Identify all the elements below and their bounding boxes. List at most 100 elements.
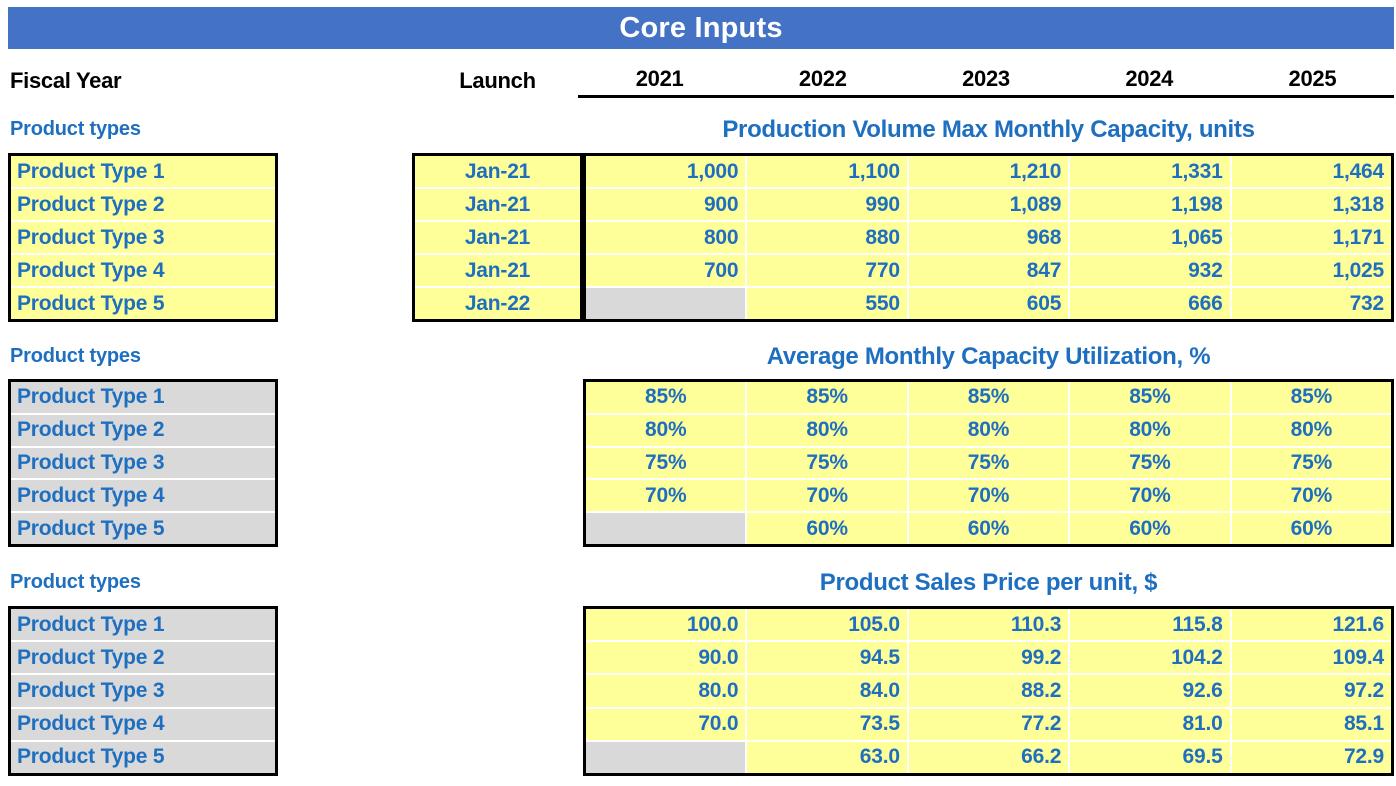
product-name-cell[interactable]: Product Type 3 [11,675,275,707]
data-cell-s2-r5-c4[interactable]: 60% [1070,513,1232,544]
data-cell-s2-r3-c3[interactable]: 75% [908,447,1071,479]
data-cell-s1-r5-c2[interactable]: 550 [747,288,909,319]
data-cell-s3-r1-c1[interactable]: 100.0 [586,609,748,641]
product-name-cell[interactable]: Product Type 4 [11,480,275,512]
data-cell-s1-r1-c4[interactable]: 1,331 [1070,156,1232,187]
data-cell-s3-r3-c1[interactable]: 80.0 [586,675,748,707]
data-cell-s1-r4-c3[interactable]: 847 [908,255,1071,286]
data-cell-s2-r1-c3[interactable]: 85% [908,382,1071,413]
data-cell-s1-r1-c3[interactable]: 1,210 [908,156,1071,187]
product-name-cell[interactable]: Product Type 3 [11,222,275,253]
data-cell-s2-r3-c1[interactable]: 75% [586,447,748,479]
data-cell-s2-r1-c1[interactable]: 85% [586,382,748,413]
data-cell-s1-r4-c2[interactable]: 770 [747,255,909,286]
data-cell-s1-r2-c3[interactable]: 1,089 [908,189,1071,220]
data-cell-s1-r3-c1[interactable]: 800 [586,222,748,253]
data-cell-s2-r2-c3[interactable]: 80% [908,414,1071,446]
product-name-cell[interactable]: Product Type 1 [11,609,275,641]
data-cell-s1-r5-c5[interactable]: 732 [1231,288,1392,319]
data-cell-s1-r2-c2[interactable]: 990 [747,189,909,220]
product-name-cell[interactable]: Product Type 5 [11,741,275,774]
data-cell-s3-r3-c5[interactable]: 97.2 [1231,675,1392,707]
data-cell-s3-r5-c2[interactable]: 63.0 [747,741,909,774]
data-cell-s2-r5-c5[interactable]: 60% [1231,513,1392,544]
data-cell-s3-r5-c1 [586,741,748,774]
data-cell-s3-r4-c2[interactable]: 73.5 [747,708,909,740]
data-cell-s1-r5-c3[interactable]: 605 [908,288,1071,319]
product-name-cell[interactable]: Product Type 5 [11,288,275,319]
data-cell-s3-r4-c1[interactable]: 70.0 [586,708,748,740]
data-cell-s3-r4-c3[interactable]: 77.2 [908,708,1071,740]
table-row: Product Type 2 [11,189,275,222]
data-cell-s1-r4-c4[interactable]: 932 [1070,255,1232,286]
launch-date-cell[interactable]: Jan-21 [415,189,580,220]
data-cell-s3-r3-c2[interactable]: 84.0 [747,675,909,707]
data-cell-s3-r2-c2[interactable]: 94.5 [747,642,909,674]
data-cell-s2-r1-c4[interactable]: 85% [1070,382,1232,413]
data-cell-s3-r1-c4[interactable]: 115.8 [1070,609,1232,641]
product-name-cell[interactable]: Product Type 4 [11,708,275,740]
data-cell-s2-r4-c3[interactable]: 70% [908,480,1071,512]
product-name-cell[interactable]: Product Type 4 [11,255,275,286]
product-name-cell[interactable]: Product Type 2 [11,642,275,674]
data-cell-s1-r1-c5[interactable]: 1,464 [1231,156,1392,187]
data-cell-s2-r1-c2[interactable]: 85% [747,382,909,413]
data-cell-s1-r1-c1[interactable]: 1,000 [586,156,748,187]
data-cell-s3-r2-c4[interactable]: 104.2 [1070,642,1232,674]
data-cell-s3-r1-c5[interactable]: 121.6 [1231,609,1392,641]
data-cell-s2-r4-c4[interactable]: 70% [1070,480,1232,512]
data-cell-s2-r3-c2[interactable]: 75% [747,447,909,479]
data-cell-s2-r3-c5[interactable]: 75% [1231,447,1392,479]
data-cell-s3-r1-c2[interactable]: 105.0 [747,609,909,641]
data-cell-s2-r2-c4[interactable]: 80% [1070,414,1232,446]
data-cell-s2-r2-c5[interactable]: 80% [1231,414,1392,446]
product-name-cell[interactable]: Product Type 1 [11,156,275,187]
data-cell-s3-r5-c4[interactable]: 69.5 [1070,741,1232,774]
data-cell-s1-r2-c1[interactable]: 900 [586,189,748,220]
data-cell-s2-r4-c2[interactable]: 70% [747,480,909,512]
data-cell-s2-r2-c2[interactable]: 80% [747,414,909,446]
launch-date-cell[interactable]: Jan-21 [415,156,580,187]
data-cell-s1-r2-c4[interactable]: 1,198 [1070,189,1232,220]
section-1-left-title: Product types [10,118,141,140]
launch-date-cell[interactable]: Jan-22 [415,288,580,319]
data-cell-s1-r4-c1[interactable]: 700 [586,255,748,286]
page-banner: Core Inputs [8,7,1394,49]
data-cell-s3-r3-c3[interactable]: 88.2 [908,675,1071,707]
data-cell-s1-r2-c5[interactable]: 1,318 [1231,189,1392,220]
data-cell-s3-r4-c4[interactable]: 81.0 [1070,708,1232,740]
launch-date-cell[interactable]: Jan-21 [415,222,580,253]
data-cell-s3-r1-c3[interactable]: 110.3 [908,609,1071,641]
data-cell-s2-r1-c5[interactable]: 85% [1231,382,1392,413]
product-name-cell[interactable]: Product Type 3 [11,447,275,479]
data-cell-s1-r5-c4[interactable]: 666 [1070,288,1232,319]
data-cell-s3-r2-c5[interactable]: 109.4 [1231,642,1392,674]
data-cell-s1-r4-c5[interactable]: 1,025 [1231,255,1392,286]
data-cell-s1-r3-c3[interactable]: 968 [908,222,1071,253]
data-cell-s3-r3-c4[interactable]: 92.6 [1070,675,1232,707]
table-row: 550 605 666 732 [586,288,1392,319]
product-name-cell[interactable]: Product Type 2 [11,189,275,220]
product-name-cell[interactable]: Product Type 5 [11,513,275,544]
data-cell-s1-r3-c4[interactable]: 1,065 [1070,222,1232,253]
data-cell-s2-r5-c3[interactable]: 60% [908,513,1071,544]
data-cell-s2-r3-c4[interactable]: 75% [1070,447,1232,479]
data-cell-s3-r4-c5[interactable]: 85.1 [1231,708,1392,740]
section-3-title: Product Sales Price per unit, $ [819,569,1158,596]
launch-date-cell[interactable]: Jan-21 [415,255,580,286]
data-cell-s1-r3-c5[interactable]: 1,171 [1231,222,1392,253]
data-cell-s2-r2-c1[interactable]: 80% [586,414,748,446]
product-name-cell[interactable]: Product Type 2 [11,414,275,446]
section-3-left-title: Product types [10,571,141,593]
product-name-cell[interactable]: Product Type 1 [11,382,275,413]
data-cell-s3-r2-c1[interactable]: 90.0 [586,642,748,674]
data-cell-s2-r4-c5[interactable]: 70% [1231,480,1392,512]
data-cell-s2-r5-c1 [586,513,748,544]
data-cell-s2-r5-c2[interactable]: 60% [747,513,909,544]
data-cell-s1-r1-c2[interactable]: 1,100 [747,156,909,187]
data-cell-s3-r2-c3[interactable]: 99.2 [908,642,1071,674]
data-cell-s2-r4-c1[interactable]: 70% [586,480,748,512]
data-cell-s3-r5-c3[interactable]: 66.2 [908,741,1071,774]
data-cell-s1-r3-c2[interactable]: 880 [747,222,909,253]
data-cell-s3-r5-c5[interactable]: 72.9 [1231,741,1392,774]
